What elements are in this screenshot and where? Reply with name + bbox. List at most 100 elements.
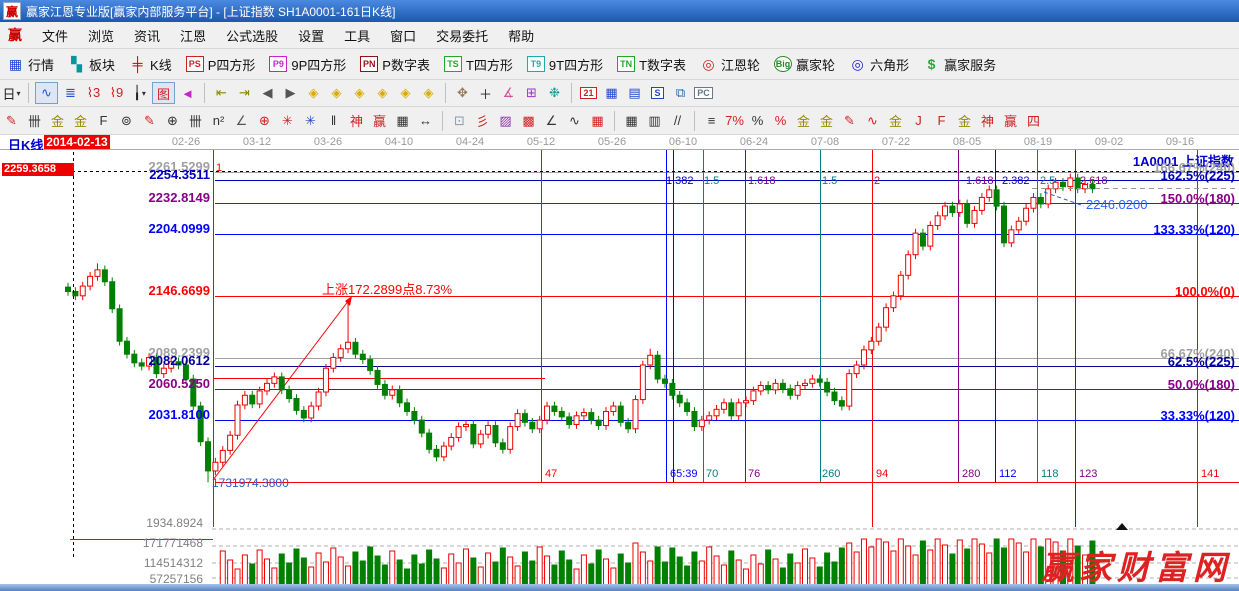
candle-style-icon[interactable]: ╽▾ [129,83,150,103]
volume-profile-icon[interactable]: ≡ [701,111,722,131]
grid-123-icon[interactable]: ▦ [392,111,413,131]
k-marker-icon[interactable]: ‖ [323,111,344,131]
gann-wheel-button[interactable]: ◎江恩轮 [693,52,767,76]
color-scale-icon[interactable]: ◄ [177,83,198,103]
calendar-icon[interactable]: 21 [578,83,599,103]
width-measure-icon[interactable]: ↔ [415,111,436,131]
9p-square-button[interactable]: P99P四方形 [262,52,353,76]
network-icon[interactable]: ⧉ [670,83,691,103]
pct-red-icon[interactable]: % [770,111,791,131]
candle-body [567,417,572,425]
f-angle-icon[interactable]: F [931,111,952,131]
slash-lines-icon[interactable]: // [667,111,688,131]
first-page-icon[interactable]: ⇤ [211,83,232,103]
circle-gann-icon[interactable]: ⊕ [162,111,183,131]
info-panel-icon[interactable]: ≣ [60,83,81,103]
menu-item-4[interactable]: 公式选股 [216,26,288,47]
box-grid-red-icon[interactable]: ▩ [518,111,539,131]
angle-fan-icon[interactable]: ∠ [541,111,562,131]
save-icon[interactable]: S [647,83,668,103]
menu-item-8[interactable]: 交易委托 [426,26,498,47]
angle-a-icon[interactable]: ∠ [231,111,252,131]
wave-9-icon[interactable]: ⌇9 [106,83,127,103]
gold-line-icon[interactable]: 金 [816,111,837,131]
gold-circle-icon[interactable]: 金 [793,111,814,131]
grid-a-icon[interactable]: ▦ [621,111,642,131]
gann-frame-icon[interactable]: 图 [152,82,175,104]
target-icon[interactable]: ⊕ [254,111,275,131]
t-square-button[interactable]: TST四方形 [437,52,520,76]
wave-tool-icon[interactable]: ∿ [564,111,585,131]
menu-item-9[interactable]: 帮助 [498,26,544,47]
volume-bar [500,548,505,589]
winner-service-button[interactable]: $赢家服务 [916,52,1003,76]
j-angle-icon[interactable]: J [908,111,929,131]
gann-web-red-icon[interactable]: ✳ [277,111,298,131]
p-square-button[interactable]: PSP四方形 [179,52,263,76]
shift-left-icon[interactable]: ◈ [303,83,324,103]
zigzag-tool-icon[interactable]: ∿ [35,82,58,104]
gold-scale-up-icon[interactable]: 金 [47,111,68,131]
period-day-dropdown[interactable]: 日▾ [1,83,22,103]
sectors-button[interactable]: ▚板块 [61,52,122,76]
pattern-match-icon[interactable]: ❉ [544,83,565,103]
quotes-button[interactable]: ▦行情 [0,52,61,76]
pen-tool-icon[interactable]: ✎ [1,111,22,131]
prev-icon[interactable]: ◀ [257,83,278,103]
gold-angle-icon[interactable]: 金 [954,111,975,131]
menu-item-3[interactable]: 江恩 [170,26,216,47]
ying-scale-icon[interactable]: 赢 [369,111,390,131]
t-table-button[interactable]: TNT数字表 [610,52,693,76]
gold-channel-icon[interactable]: 金 [885,111,906,131]
menu-item-5[interactable]: 设置 [288,26,334,47]
gann-square-icon[interactable]: ⊞ [521,83,542,103]
9t-square-button[interactable]: T99T四方形 [520,52,610,76]
winner-wheel-button[interactable]: Big赢家轮 [767,52,842,76]
hexagon-button[interactable]: ◎六角形 [842,52,916,76]
wave-channel-icon[interactable]: ∿ [862,111,883,131]
fib-scale-icon[interactable]: F [93,111,114,131]
calculator-icon[interactable]: ▦ [601,83,622,103]
ying-angle-icon[interactable]: 赢 [1000,111,1021,131]
si-angle-icon[interactable]: 四 [1023,111,1044,131]
shift-right-icon[interactable]: ◈ [326,83,347,103]
pct-7-icon[interactable]: 7% [724,111,745,131]
kline-chart[interactable]: 2259.3658 1A0001 上证指数 上涨172.2899点8.73% 1… [0,150,1239,591]
bar-count-label: 260 [822,468,840,480]
ray-fan-icon[interactable]: 彡 [472,111,493,131]
gold-scale-down-icon[interactable]: 金 [70,111,91,131]
report-icon[interactable]: ▤ [624,83,645,103]
p-table-button[interactable]: PNP数字表 [353,52,437,76]
gann-scale-icon[interactable]: 卌 [24,111,45,131]
angle-measure-icon[interactable]: ∡ [498,83,519,103]
pct-icon[interactable]: % [747,111,768,131]
menu-item-6[interactable]: 工具 [334,26,380,47]
expand-all-icon[interactable]: ◈ [395,83,416,103]
grid-dense-icon[interactable]: ▦ [587,111,608,131]
n-square-icon[interactable]: n² [208,111,229,131]
menu-item-0[interactable]: 文件 [32,26,78,47]
remote-pc-icon[interactable]: PC [693,83,714,103]
h-compress-icon[interactable]: ◈ [372,83,393,103]
wave-3-icon[interactable]: ⌇3 [83,83,104,103]
next-icon[interactable]: ▶ [280,83,301,103]
last-page-icon[interactable]: ⇥ [234,83,255,103]
grid-b-icon[interactable]: ▥ [644,111,665,131]
drag-hand-icon[interactable]: ✥ [452,83,473,103]
menu-item-7[interactable]: 窗口 [380,26,426,47]
shen-scale-icon[interactable]: 神 [346,111,367,131]
kline-button[interactable]: ╪K线 [122,52,179,76]
spiral-tool-icon[interactable]: ⊚ [116,111,137,131]
pen-measure-icon[interactable]: ✎ [139,111,160,131]
shen-angle-icon[interactable]: 神 [977,111,998,131]
menu-item-1[interactable]: 浏览 [78,26,124,47]
box-fan-icon[interactable]: ▨ [495,111,516,131]
scale-small-icon[interactable]: 卌 [185,111,206,131]
compress-all-icon[interactable]: ◈ [418,83,439,103]
h-expand-icon[interactable]: ◈ [349,83,370,103]
menu-item-2[interactable]: 资讯 [124,26,170,47]
pen-angle-icon[interactable]: ✎ [839,111,860,131]
crosshair-icon[interactable]: ＋ [475,83,496,103]
gann-web-blue-icon[interactable]: ✳ [300,111,321,131]
box-select-icon[interactable]: ⊡ [449,111,470,131]
